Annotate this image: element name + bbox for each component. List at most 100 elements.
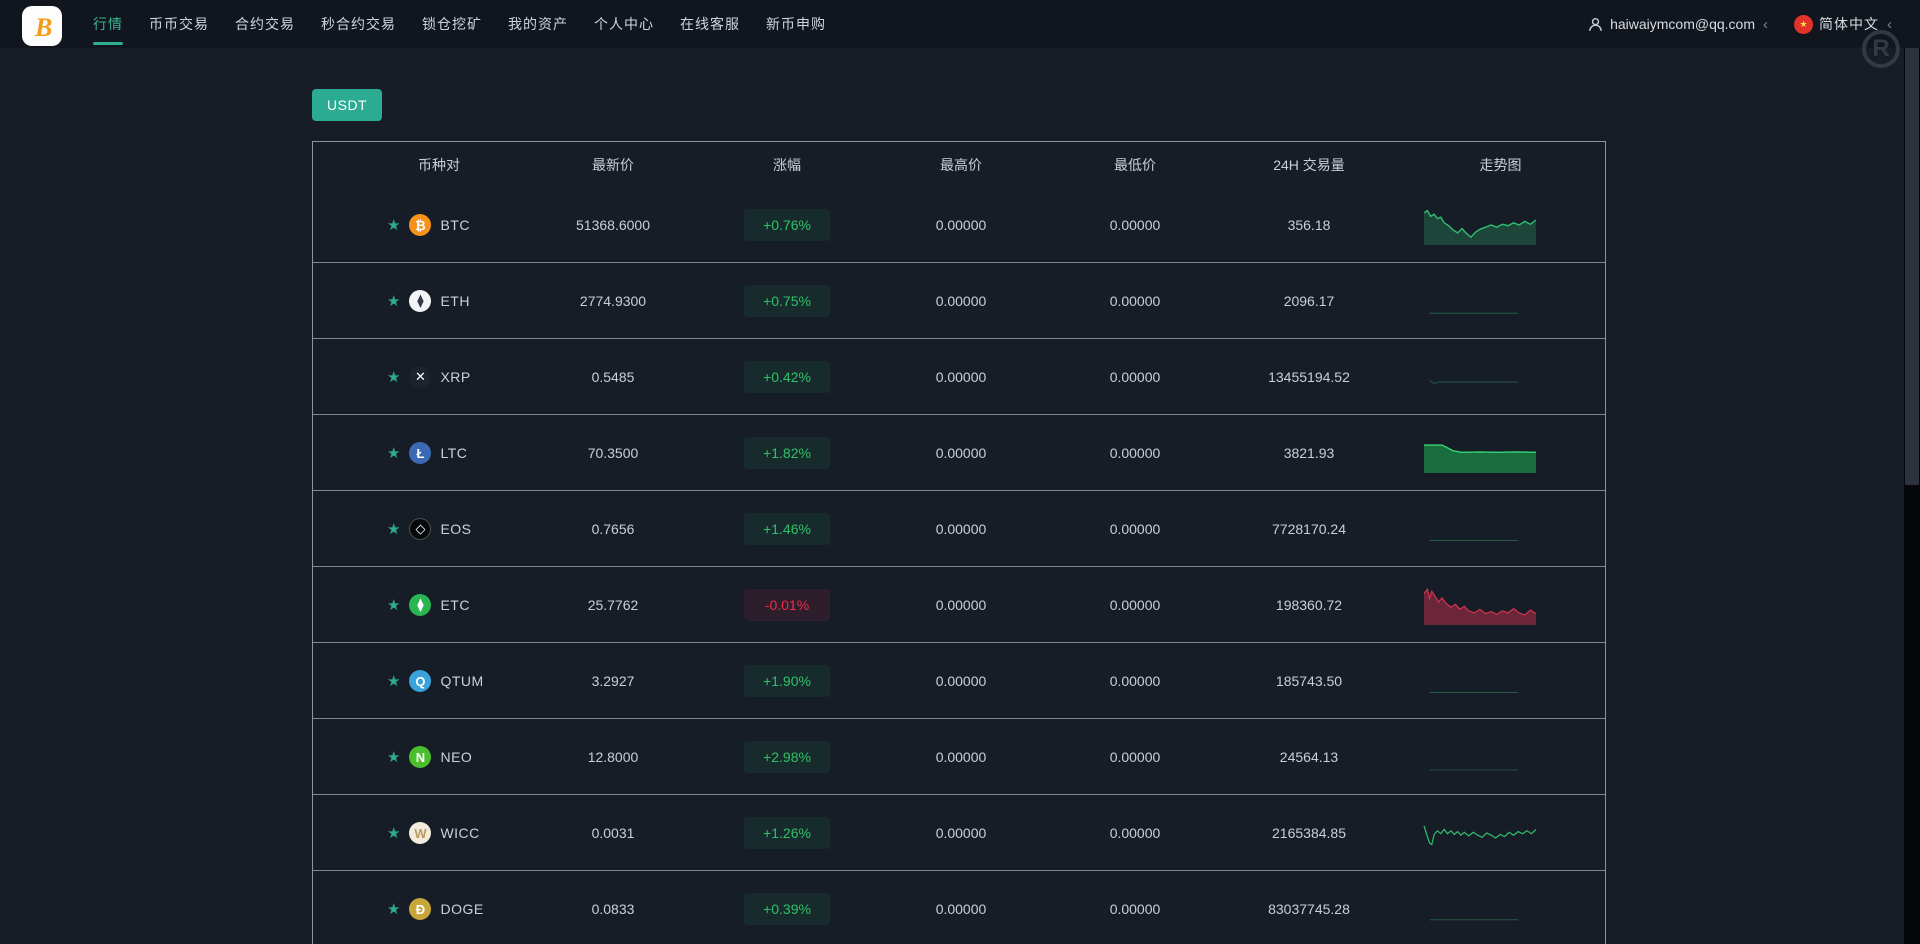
change-badge: +1.46% [744,513,830,545]
svg-text:B: B [34,13,52,42]
high-price: 0.00000 [935,445,987,461]
table-row[interactable]: ★ ✕ XRP 0.5485 +0.42% 0.00000 0.00000 13… [313,339,1605,415]
column-header-pair: 币种对 [418,156,460,173]
user-icon [1589,17,1602,31]
table-header-row: 币种对 最新价 涨幅 最高价 最低价 24H 交易量 走势图 [313,142,1605,187]
high-price: 0.00000 [935,749,987,765]
high-price: 0.00000 [935,901,987,917]
nav-item-7[interactable]: 个人中心 [581,0,667,48]
high-price: 0.00000 [935,521,987,537]
change-badge: +0.75% [744,285,830,317]
volume-24h: 24564.13 [1279,749,1339,765]
low-price: 0.00000 [1109,901,1161,917]
favorite-star-icon[interactable]: ★ [387,672,400,690]
low-price: 0.00000 [1109,749,1161,765]
latest-price: 12.8000 [587,749,639,765]
coin-icon: Đ [409,898,432,920]
page-scrollbar[interactable] [1904,48,1920,944]
volume-24h: 2165384.85 [1272,825,1346,841]
brand-logo-icon[interactable]: B [22,6,62,46]
latest-price: 25.7762 [587,597,639,613]
trend-sparkline [1429,919,1519,921]
trend-sparkline [1424,444,1537,473]
change-badge: +0.76% [744,209,830,241]
favorite-star-icon[interactable]: ★ [387,444,400,462]
low-price: 0.00000 [1109,217,1161,233]
trend-sparkline [1429,380,1519,385]
column-header-low: 最低价 [1114,156,1156,173]
trend-sparkline [1423,825,1537,846]
coin-icon: ⧫ [409,594,432,616]
china-flag-icon: ★ [1794,14,1813,34]
change-badge: -0.01% [744,589,830,621]
coin-icon: Ł [409,442,432,464]
market-table: 币种对 最新价 涨幅 最高价 最低价 24H 交易量 走势图 ★ ₿ BTC 5… [312,141,1606,944]
coin-icon: ✕ [409,366,432,388]
coin-symbol: WICC [440,825,480,841]
table-row[interactable]: ★ W WICC 0.0031 +1.26% 0.00000 0.00000 2… [313,795,1605,871]
latest-price: 0.7656 [591,521,635,537]
nav-item-1[interactable]: 行情 [80,0,136,48]
latest-price: 2774.9300 [579,293,647,309]
nav-item-3[interactable]: 合约交易 [222,0,308,48]
change-badge: +0.42% [744,361,830,393]
tab-usdt[interactable]: USDT [312,89,383,121]
change-badge: +1.26% [744,817,830,849]
trend-sparkline [1429,312,1519,314]
volume-24h: 198360.72 [1275,597,1343,613]
table-row[interactable]: ★ ◇ EOS 0.7656 +1.46% 0.00000 0.00000 77… [313,491,1605,567]
change-badge: +1.90% [744,665,830,697]
low-price: 0.00000 [1109,293,1161,309]
account-menu[interactable]: haiwaiymcom@qq.com ‹ [1587,16,1768,33]
coin-symbol: ETC [440,597,470,613]
table-row[interactable]: ★ ₿ BTC 51368.6000 +0.76% 0.00000 0.0000… [313,187,1605,263]
favorite-star-icon[interactable]: ★ [387,520,400,538]
low-price: 0.00000 [1109,369,1161,385]
favorite-star-icon[interactable]: ★ [387,216,400,234]
coin-symbol: EOS [440,521,472,537]
table-row[interactable]: ★ Ł LTC 70.3500 +1.82% 0.00000 0.00000 3… [313,415,1605,491]
coin-symbol: QTUM [440,673,484,689]
coin-symbol: LTC [440,445,468,461]
favorite-star-icon[interactable]: ★ [387,292,400,310]
account-email[interactable]: haiwaiymcom@qq.com [1610,16,1755,32]
favorite-star-icon[interactable]: ★ [387,824,400,842]
column-header-price: 最新价 [592,156,634,173]
volume-24h: 3821.93 [1283,445,1335,461]
favorite-star-icon[interactable]: ★ [387,748,400,766]
nav-item-5[interactable]: 锁仓挖矿 [409,0,495,48]
latest-price: 0.0833 [591,901,635,917]
registered-watermark-icon: R [1862,30,1900,68]
high-price: 0.00000 [935,369,987,385]
top-navigation-bar: B 行情 币币交易 合约交易 秒合约交易 锁仓挖矿 我的资产 个人中心 在线客服 新币申购 ha… [0,0,1920,68]
language-label[interactable]: 简体中文 [1819,14,1879,34]
table-row[interactable]: ★ ⧫ ETC 25.7762 -0.01% 0.00000 0.00000 1… [313,567,1605,643]
table-row[interactable]: ★ Q QTUM 3.2927 +1.90% 0.00000 0.00000 1… [313,643,1605,719]
trend-sparkline [1423,209,1537,245]
nav-item-4[interactable]: 秒合约交易 [308,0,409,48]
language-chevron-icon[interactable]: ‹ [1887,16,1892,33]
column-header-change: 涨幅 [773,156,801,173]
coin-symbol: NEO [440,749,473,765]
coin-icon: N [409,746,432,768]
scrollbar-thumb[interactable] [1905,48,1919,485]
high-price: 0.00000 [935,293,987,309]
coin-symbol: ETH [440,293,470,309]
favorite-star-icon[interactable]: ★ [387,596,400,614]
favorite-star-icon[interactable]: ★ [387,900,400,918]
nav-item-6[interactable]: 我的资产 [495,0,581,48]
volume-24h: 83037745.28 [1268,901,1350,917]
latest-price: 0.0031 [591,825,635,841]
favorite-star-icon[interactable]: ★ [387,368,400,386]
table-row[interactable]: ★ N NEO 12.8000 +2.98% 0.00000 0.00000 2… [313,719,1605,795]
nav-item-2[interactable]: 币币交易 [136,0,222,48]
table-row[interactable]: ★ Đ DOGE 0.0833 +0.39% 0.00000 0.00000 8… [313,871,1605,944]
nav-item-8[interactable]: 在线客服 [667,0,753,48]
nav-item-9[interactable]: 新币申购 [753,0,839,48]
account-area: haiwaiymcom@qq.com ‹ ★ 简体中文 ‹ [1587,14,1920,34]
low-price: 0.00000 [1109,673,1161,689]
coin-symbol: DOGE [440,901,484,917]
account-chevron-icon[interactable]: ‹ [1763,16,1768,33]
main-nav: 行情 币币交易 合约交易 秒合约交易 锁仓挖矿 我的资产 个人中心 在线客服 新币申购 [80,0,839,48]
table-row[interactable]: ★ ⧫ ETH 2774.9300 +0.75% 0.00000 0.00000… [313,263,1605,339]
